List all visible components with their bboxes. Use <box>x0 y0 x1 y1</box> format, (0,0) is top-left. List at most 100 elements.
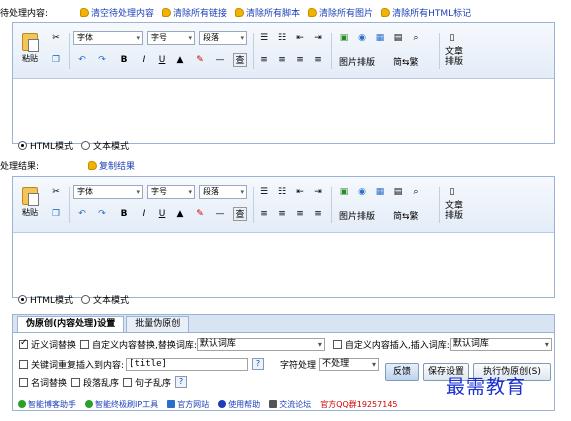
clear-scripts-link[interactable]: 清除所有脚本 <box>235 6 300 19</box>
custom-insert-checkbox[interactable] <box>332 339 342 349</box>
highlight-icon[interactable]: ✎ <box>193 207 207 221</box>
align-left-icon[interactable]: ≡ <box>257 207 271 221</box>
document-icon[interactable]: ▯ <box>445 31 459 45</box>
indent-icon[interactable]: ⇥ <box>311 31 325 45</box>
search-icon[interactable]: ⌕ <box>409 185 423 199</box>
align-center-icon[interactable]: ≡ <box>275 53 289 67</box>
image-layout-button[interactable]: 图片排版 <box>339 209 375 222</box>
repeat-help-button[interactable]: ? <box>252 358 265 370</box>
simp-trad-button[interactable]: 简⇆繁 <box>393 209 419 222</box>
clear-links-link[interactable]: 清除所有链接 <box>162 6 227 19</box>
copy-icon[interactable]: ❐ <box>49 53 63 67</box>
search-icon[interactable]: ⌕ <box>409 31 423 45</box>
hr-icon[interactable]: — <box>213 53 227 67</box>
copy-result-link[interactable]: 复制结果 <box>88 159 135 172</box>
ordered-list-icon[interactable]: ☰ <box>257 31 271 45</box>
align-right-icon[interactable]: ≡ <box>293 53 307 67</box>
underline-button[interactable]: U <box>155 207 169 221</box>
html-mode-radio[interactable]: HTML模式 <box>18 139 73 152</box>
paragraph-shuffle-checkbox[interactable] <box>71 377 81 387</box>
result-content-area[interactable] <box>13 233 554 297</box>
underline-button[interactable]: U <box>155 53 169 67</box>
justify-icon[interactable]: ≡ <box>311 53 325 67</box>
settings-tabs: 伪原创(内容处理)设置 批量伪原创 <box>13 315 554 333</box>
undo-icon[interactable]: ↶ <box>75 53 89 67</box>
undo-icon[interactable]: ↶ <box>75 207 89 221</box>
tab-pseudo-original[interactable]: 伪原创(内容处理)设置 <box>17 316 125 332</box>
footer-link-ip-tool[interactable]: 智能终极刷IP工具 <box>85 399 158 410</box>
outdent-icon[interactable]: ⇤ <box>293 31 307 45</box>
clear-pending-link[interactable]: 清空待处理内容 <box>80 6 154 19</box>
bold-button[interactable]: B <box>117 53 131 67</box>
ordered-list-icon[interactable]: ☰ <box>257 185 271 199</box>
sentence-shuffle-checkbox[interactable] <box>123 377 133 387</box>
tab-batch[interactable]: 批量伪原创 <box>126 316 190 332</box>
align-left-icon[interactable]: ≡ <box>257 53 271 67</box>
synonym-checkbox[interactable] <box>19 338 28 349</box>
html-mode-radio[interactable]: HTML模式 <box>18 293 73 306</box>
italic-button[interactable]: I <box>137 207 151 221</box>
cut-icon[interactable]: ✂ <box>49 31 63 45</box>
simp-trad-button[interactable]: 简⇆繁 <box>393 55 419 68</box>
page-icon[interactable]: ▤ <box>391 31 405 45</box>
font-color-icon[interactable]: ▲ <box>173 53 187 67</box>
paragraph-select[interactable]: 段落 ▾ <box>199 31 247 45</box>
footer-link-help[interactable]: 使用帮助 <box>218 399 260 410</box>
justify-icon[interactable]: ≡ <box>311 207 325 221</box>
hr-icon[interactable]: — <box>213 207 227 221</box>
find-button[interactable]: 查 <box>233 53 247 67</box>
clear-images-link[interactable]: 清除所有图片 <box>308 6 373 19</box>
paste-button[interactable]: 粘贴 <box>19 187 41 218</box>
footer-link-forum[interactable]: 交流论坛 <box>269 399 311 410</box>
table-icon[interactable]: ▦ <box>373 185 387 199</box>
page-icon[interactable]: ▤ <box>391 185 405 199</box>
char-process-select[interactable]: 不处理 ▾ <box>319 357 380 371</box>
outdent-icon[interactable]: ⇤ <box>293 185 307 199</box>
cut-icon[interactable]: ✂ <box>49 185 63 199</box>
source-content-area[interactable] <box>13 79 554 143</box>
indent-icon[interactable]: ⇥ <box>311 185 325 199</box>
find-button[interactable]: 查 <box>233 207 247 221</box>
document-icon[interactable]: ▯ <box>445 185 459 199</box>
shuffle-help-button[interactable]: ? <box>175 376 188 388</box>
footer-link-blog[interactable]: 智能博客助手 <box>18 399 76 410</box>
redo-icon[interactable]: ↷ <box>95 207 109 221</box>
size-select[interactable]: 字号 ▾ <box>147 31 195 45</box>
feedback-button[interactable]: 反馈 <box>385 363 419 381</box>
redo-icon[interactable]: ↷ <box>95 53 109 67</box>
font-select[interactable]: 字体 ▾ <box>73 185 143 199</box>
repeat-insert-checkbox[interactable] <box>19 359 28 369</box>
image-icon[interactable]: ▣ <box>337 185 351 199</box>
align-right-icon[interactable]: ≡ <box>293 207 307 221</box>
custom-replace-checkbox[interactable] <box>80 339 90 349</box>
copy-icon[interactable]: ❐ <box>49 207 63 221</box>
image-icon[interactable]: ▣ <box>337 31 351 45</box>
typeset-button[interactable]: 文章排版 <box>445 47 467 67</box>
text-mode-radio[interactable]: 文本模式 <box>81 139 129 152</box>
link-icon[interactable]: ◉ <box>355 185 369 199</box>
highlight-icon[interactable]: ✎ <box>193 53 207 67</box>
unordered-list-icon[interactable]: ☷ <box>275 185 289 199</box>
unordered-list-icon[interactable]: ☷ <box>275 31 289 45</box>
typeset-button[interactable]: 文章排版 <box>445 201 467 221</box>
repeat-keyword-input[interactable]: [title] <box>126 357 249 371</box>
font-color-icon[interactable]: ▲ <box>173 207 187 221</box>
paste-button[interactable]: 粘贴 <box>19 33 41 64</box>
insert-library-select[interactable]: 默认词库 ▾ <box>449 337 552 351</box>
link-icon[interactable]: ◉ <box>355 31 369 45</box>
table-icon[interactable]: ▦ <box>373 31 387 45</box>
replace-library-select[interactable]: 默认词库 ▾ <box>196 337 325 351</box>
bold-button[interactable]: B <box>117 207 131 221</box>
font-select[interactable]: 字体 ▾ <box>73 31 143 45</box>
image-layout-button[interactable]: 图片排版 <box>339 55 375 68</box>
text-mode-radio[interactable]: 文本模式 <box>81 293 129 306</box>
clear-html-link[interactable]: 清除所有HTML标记 <box>381 6 471 19</box>
watermark: 最需教育 <box>446 376 527 398</box>
align-center-icon[interactable]: ≡ <box>275 207 289 221</box>
footer-link-website[interactable]: 官方网站 <box>167 399 209 410</box>
size-select[interactable]: 字号 ▾ <box>147 185 195 199</box>
divider <box>253 33 254 69</box>
noun-replace-checkbox[interactable] <box>19 377 28 387</box>
paragraph-select[interactable]: 段落 ▾ <box>199 185 247 199</box>
italic-button[interactable]: I <box>137 53 151 67</box>
